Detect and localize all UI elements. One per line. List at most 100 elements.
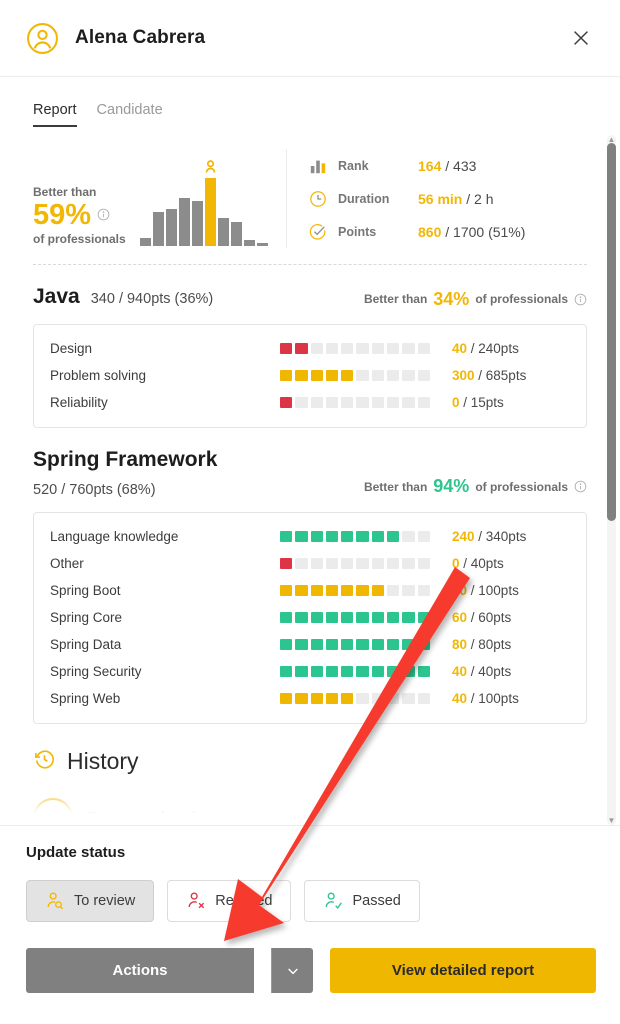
report-scroll-area[interactable]: Better than 59% of professionals Rank 16…	[0, 135, 620, 825]
stat-suffix-duration: / 2 h	[462, 190, 494, 207]
skill-segment	[341, 692, 354, 704]
skill-segment	[402, 396, 415, 408]
skill-progress-bar	[280, 665, 430, 677]
stat-suffix-points: / 1700 (51%)	[441, 223, 526, 240]
stat-value-rank: 164	[418, 157, 442, 174]
scrollbar-thumb[interactable]	[607, 143, 616, 521]
skill-points: 40 / 240pts	[452, 340, 519, 356]
skill-section: Java 340 / 940pts (36%) Better than 34% of p…	[33, 265, 587, 428]
skill-segment	[356, 638, 369, 650]
histogram-bar-wrap	[139, 238, 151, 246]
stat-row-duration: Duration 56 min / 2 h	[309, 182, 587, 215]
skill-segment	[387, 611, 400, 623]
skill-points-value: 40	[452, 663, 468, 679]
percentile-block: Better than 59% of professionals	[33, 149, 286, 248]
histogram-bar-wrap	[191, 201, 203, 246]
skill-segment	[280, 638, 293, 650]
skill-card: Language knowledge 240 / 340pts Other 0 / 4…	[33, 511, 587, 724]
histogram-bar	[165, 209, 177, 246]
section-percentile: Better than 34% of professionals	[364, 289, 587, 310]
skill-segment	[325, 584, 339, 596]
skill-segment	[295, 611, 308, 623]
skill-points-value: 0	[452, 555, 460, 571]
info-icon[interactable]	[97, 208, 110, 221]
skill-points: 240 / 340pts	[452, 528, 527, 544]
vertical-scrollbar[interactable]: ▲ ▼	[607, 135, 616, 825]
info-icon[interactable]	[574, 293, 587, 306]
histogram-bar-wrap	[256, 243, 268, 246]
skill-segment	[325, 396, 339, 408]
close-button[interactable]	[566, 23, 596, 53]
skill-segment	[295, 342, 308, 354]
skill-points-value: 60	[452, 609, 468, 625]
skill-segment	[325, 638, 339, 650]
status-button-passed[interactable]: Passed	[304, 880, 420, 922]
footer-action-bar: Update status To review Rejected Passed …	[0, 825, 620, 1024]
skill-segment	[417, 584, 430, 596]
skill-segment	[310, 369, 323, 381]
skill-segment	[310, 692, 323, 704]
better-than-label: Better than	[33, 184, 97, 199]
status-button-group: To review Rejected Passed	[26, 880, 596, 922]
history-title: History	[67, 748, 139, 774]
skill-progress-bar	[280, 342, 430, 354]
tab-report[interactable]: Report	[33, 102, 77, 127]
skill-segment	[402, 369, 415, 381]
info-icon[interactable]	[574, 480, 587, 493]
section-percentile: Better than 94% of professionals	[364, 476, 587, 497]
skill-points: 40 / 100pts	[452, 690, 519, 706]
skill-segment	[387, 530, 400, 542]
skill-points-value: 300	[452, 367, 475, 383]
actions-button[interactable]: Actions	[26, 948, 254, 993]
view-detailed-report-button[interactable]: View detailed report	[330, 948, 596, 993]
stat-label-points: Points	[338, 224, 377, 239]
skill-segment	[356, 557, 369, 569]
skill-name: Spring Data	[50, 636, 122, 652]
skill-segment	[417, 396, 430, 408]
actions-dropdown-toggle[interactable]	[271, 948, 313, 993]
skill-segment	[295, 584, 308, 596]
status-button-to-review[interactable]: To review	[26, 880, 155, 922]
histogram-marker-icon	[205, 160, 216, 176]
stat-value-points: 860	[418, 223, 442, 240]
skill-segment	[325, 611, 339, 623]
skill-segment	[341, 611, 354, 623]
skill-segment	[387, 584, 400, 596]
skill-segment	[402, 584, 415, 596]
skill-progress-bar	[280, 638, 430, 650]
skill-segment	[325, 530, 339, 542]
histogram-bar	[256, 243, 268, 246]
skill-segment	[371, 638, 385, 650]
skill-segment	[280, 584, 293, 596]
skill-segment	[417, 611, 430, 623]
scroll-down-arrow-icon[interactable]: ▼	[607, 816, 616, 825]
skill-segment	[310, 611, 323, 623]
skill-segment	[387, 557, 400, 569]
skill-segment	[310, 530, 323, 542]
skill-segment	[280, 611, 293, 623]
skill-points-value: 80	[452, 636, 468, 652]
skill-segment	[387, 665, 400, 677]
skill-segment	[295, 369, 308, 381]
skill-points: 0 / 40pts	[452, 555, 504, 571]
skill-segment	[371, 584, 385, 596]
skill-name: Problem solving	[50, 367, 147, 383]
status-button-rejected[interactable]: Rejected	[167, 880, 292, 922]
skill-row: Design 40 / 240pts	[50, 335, 570, 362]
page-title: Alena Cabrera	[75, 27, 206, 48]
section-title: Spring Framework	[33, 447, 218, 471]
skill-row: Spring Web 40 / 100pts	[50, 685, 570, 712]
stat-label-duration: Duration	[338, 191, 390, 206]
skill-segment	[417, 665, 430, 677]
section-subtitle: 340 / 940pts (36%)	[90, 291, 214, 307]
histogram-bar	[152, 212, 164, 246]
skill-segment	[280, 342, 293, 354]
skill-points: 300 / 685pts	[452, 367, 527, 383]
tab-candidate[interactable]: Candidate	[97, 102, 163, 127]
skill-segment	[341, 369, 354, 381]
histogram-bar	[178, 198, 190, 246]
skill-points-value: 240	[452, 528, 475, 544]
skill-points: 80 / 80pts	[452, 636, 512, 652]
tab-bar: Report Candidate	[0, 77, 620, 127]
skill-segment	[387, 692, 400, 704]
